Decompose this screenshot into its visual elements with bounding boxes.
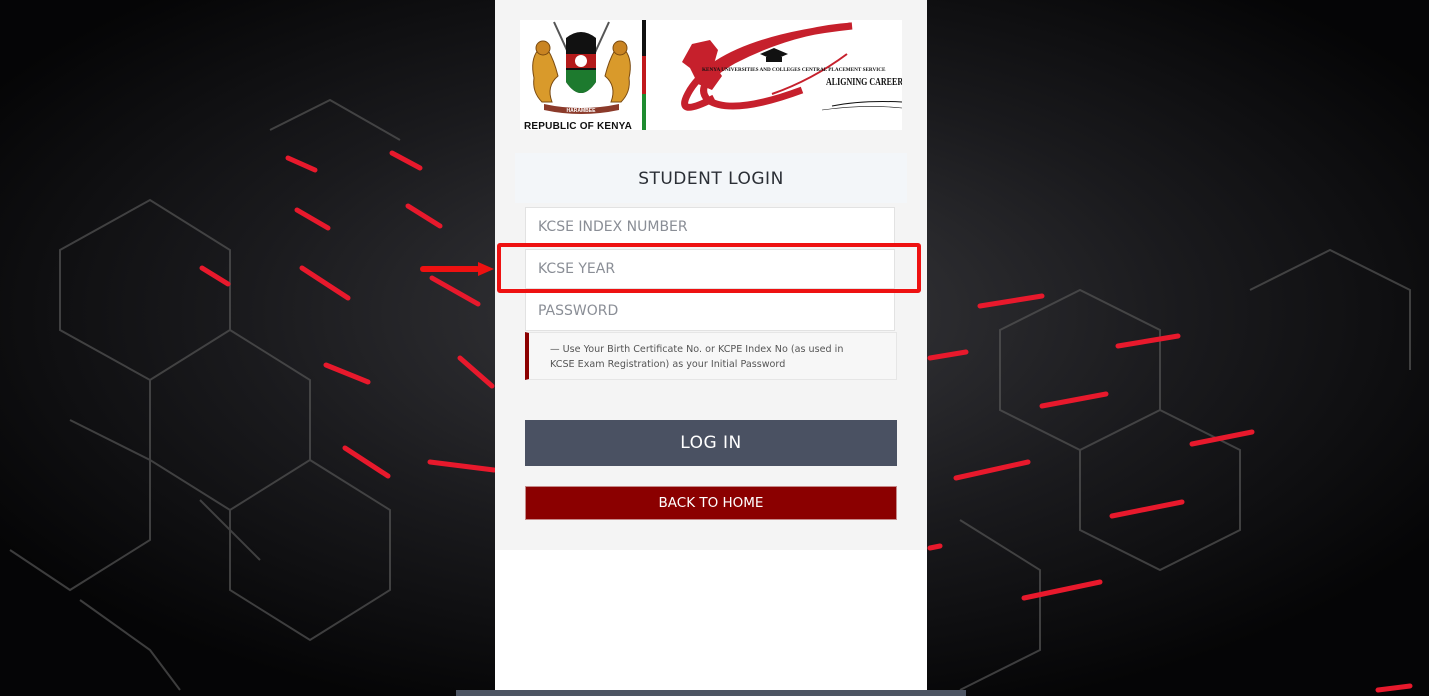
bottom-bar <box>456 690 966 696</box>
arrow-right-icon <box>420 262 494 276</box>
motto-text: HARAMBEE <box>567 108 597 114</box>
password-hint-text: — Use Your Birth Certificate No. or KCPE… <box>550 344 844 370</box>
kuccps-logo-icon <box>681 22 902 111</box>
kcse-index-number-input[interactable] <box>525 207 895 247</box>
kuccps-title: KENYA UNIVERSITIES AND COLLEGES CENTRAL … <box>702 67 886 73</box>
back-to-home-button[interactable]: BACK TO HOME <box>525 486 897 520</box>
password-hint: — Use Your Birth Certificate No. or KCPE… <box>525 332 897 380</box>
login-panel: HARAMBEE REPUBLIC OF KENYA KENYA UNIVERS… <box>495 0 927 696</box>
login-button[interactable]: LOG IN <box>525 420 897 466</box>
password-input[interactable] <box>525 291 895 331</box>
header-logos: HARAMBEE REPUBLIC OF KENYA KENYA UNIVERS… <box>520 20 902 130</box>
republic-caption: REPUBLIC OF KENYA <box>524 121 633 130</box>
flag-divider <box>642 20 646 130</box>
kuccps-tagline: ALIGNING CAREERS <box>826 77 902 88</box>
login-header: STUDENT LOGIN <box>515 153 907 203</box>
kenya-coat-of-arms-icon: HARAMBEE <box>532 21 631 114</box>
page-title: STUDENT LOGIN <box>638 169 784 189</box>
highlight-box <box>497 243 921 293</box>
